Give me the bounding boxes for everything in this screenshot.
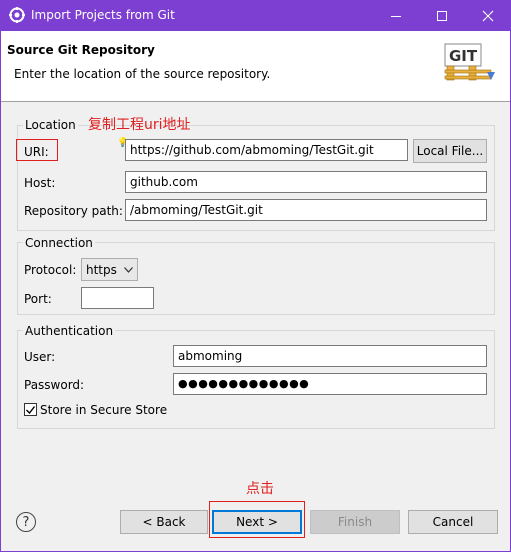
maximize-icon bbox=[437, 10, 447, 21]
git-logo-icon: GIT bbox=[443, 42, 497, 86]
svg-text:GIT: GIT bbox=[449, 47, 478, 65]
back-button[interactable]: < Back bbox=[120, 510, 208, 534]
connection-legend: Connection bbox=[23, 236, 95, 250]
protocol-select[interactable]: https bbox=[81, 258, 138, 281]
cancel-button[interactable]: Cancel bbox=[408, 510, 498, 534]
close-icon bbox=[482, 10, 494, 21]
location-legend: Location bbox=[23, 118, 78, 132]
host-label: Host: bbox=[24, 176, 56, 190]
store-secure-checkbox[interactable] bbox=[24, 403, 37, 416]
finish-button[interactable]: Finish bbox=[310, 510, 400, 534]
wizard-header bbox=[1, 31, 510, 101]
header-separator bbox=[1, 101, 510, 102]
eclipse-icon bbox=[9, 7, 25, 23]
store-secure-label[interactable]: Store in Secure Store bbox=[40, 403, 167, 417]
checkmark-icon bbox=[26, 405, 35, 414]
uri-input[interactable]: https://github.com/abmoming/TestGit.git bbox=[125, 139, 408, 161]
help-icon[interactable]: ? bbox=[16, 512, 36, 532]
user-input[interactable]: abmoming bbox=[173, 345, 487, 367]
user-label: User: bbox=[24, 350, 56, 364]
minimize-button[interactable] bbox=[373, 0, 419, 31]
host-input[interactable]: github.com bbox=[125, 171, 487, 193]
window-title: Import Projects from Git bbox=[31, 8, 175, 22]
port-input[interactable] bbox=[81, 287, 154, 309]
maximize-button[interactable] bbox=[419, 0, 465, 31]
click-annotation: 点击 bbox=[246, 481, 274, 497]
password-label: Password: bbox=[24, 378, 85, 392]
uri-highlight-box bbox=[16, 139, 58, 161]
authentication-legend: Authentication bbox=[23, 324, 116, 338]
repository-path-input[interactable]: /abmoming/TestGit.git bbox=[125, 199, 487, 221]
page-title: Source Git Repository bbox=[7, 43, 155, 57]
protocol-value: https bbox=[86, 262, 117, 277]
chevron-down-icon bbox=[124, 266, 133, 273]
uri-annotation: 复制工程uri地址 bbox=[88, 117, 191, 133]
next-highlight-box bbox=[209, 501, 305, 538]
password-input[interactable]: ●●●●●●●●●●●●● bbox=[173, 373, 487, 395]
minimize-icon bbox=[391, 15, 401, 17]
page-description: Enter the location of the source reposit… bbox=[14, 67, 271, 81]
window-border-left bbox=[0, 31, 1, 552]
port-label: Port: bbox=[24, 292, 52, 306]
close-button[interactable] bbox=[465, 0, 511, 31]
protocol-label: Protocol: bbox=[24, 263, 77, 277]
repository-path-label: Repository path: bbox=[24, 204, 123, 218]
local-file-button[interactable]: Local File... bbox=[413, 139, 487, 163]
